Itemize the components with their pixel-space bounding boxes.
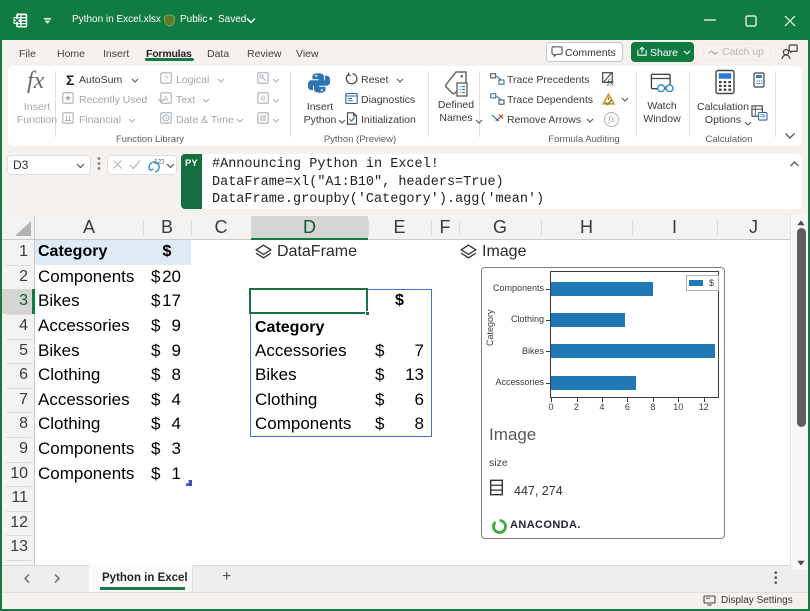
svg-text:fx: fx	[607, 78, 615, 87]
svg-text:?: ?	[164, 74, 168, 83]
svg-text:123: 123	[154, 159, 164, 166]
svg-text:A: A	[163, 94, 168, 103]
svg-text:θ: θ	[261, 94, 265, 103]
